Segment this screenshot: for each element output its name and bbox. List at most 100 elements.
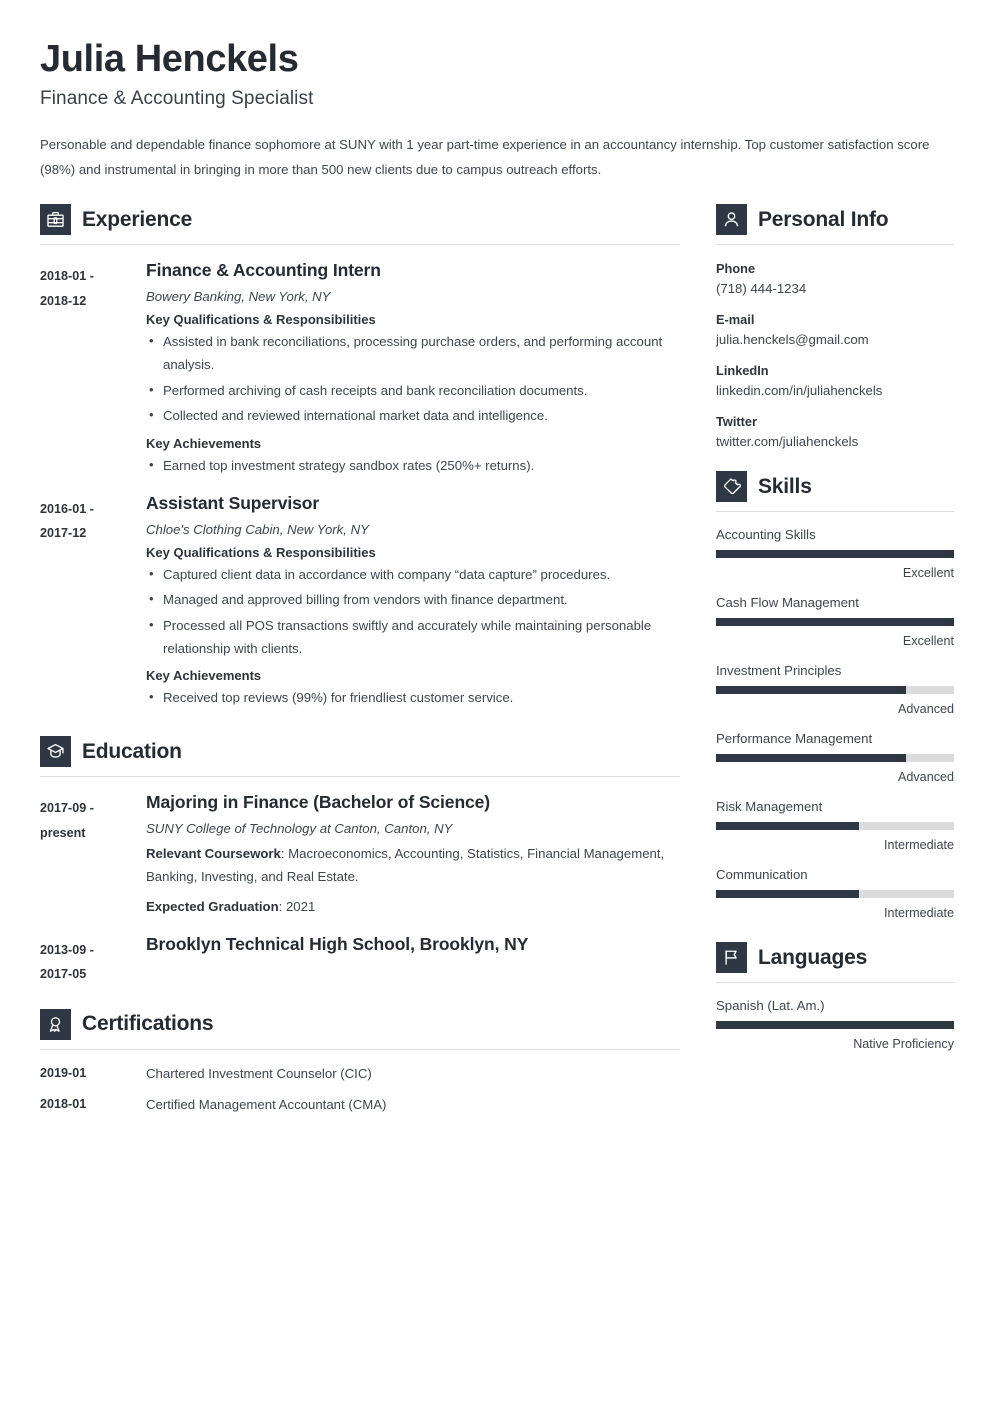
section-divider: [716, 244, 954, 246]
list-item: Captured client data in accordance with …: [146, 563, 680, 587]
education-date: 2013-09 - 2017-05: [40, 934, 146, 987]
list-item: Assisted in bank reconciliations, proces…: [146, 330, 680, 376]
experience-employer: Chloe's Clothing Cabin, New York, NY: [146, 521, 369, 537]
main-column: Experience 2018-01 - 2018-12 Finance & A…: [40, 204, 680, 1116]
info-label: LinkedIn: [716, 363, 769, 379]
list-item: Performed archiving of cash receipts and…: [146, 379, 680, 403]
skill-bar-fill: [716, 686, 907, 695]
skill-bar-fill: [716, 550, 954, 559]
skill-item: Communication Intermediate: [716, 867, 954, 920]
skill-bar-fill: [716, 618, 954, 627]
candidate-job-title: Finance & Accounting Specialist: [40, 87, 314, 109]
certification-row: 2018-01 Certified Management Accountant …: [40, 1097, 680, 1112]
info-label: Phone: [716, 261, 756, 277]
resume-page: Julia Henckels Finance & Accounting Spec…: [0, 0, 996, 1406]
person-icon: [716, 204, 747, 236]
language-level: Native Proficiency: [853, 1037, 954, 1052]
list-item: Processed all POS transactions swiftly a…: [146, 614, 680, 660]
skill-level: Excellent: [902, 634, 954, 649]
info-value[interactable]: linkedin.com/in/juliahenckels: [716, 383, 954, 398]
section-header-skills: Skills: [716, 471, 954, 503]
section-header-personal-info: Personal Info: [716, 204, 954, 236]
section-title-skills: Skills: [758, 474, 812, 498]
education-degree: Brooklyn Technical High School, Brooklyn…: [146, 933, 529, 954]
list-item: Collected and reviewed international mar…: [146, 404, 680, 428]
education-date-start: 2013-09 -: [40, 942, 94, 957]
skill-bar-track: [716, 890, 954, 899]
info-item-email: E-mail julia.henckels@gmail.com: [716, 312, 954, 347]
graduation-value: : 2021: [278, 898, 316, 914]
section-divider: [40, 1048, 680, 1050]
responsibilities-label: Key Qualifications & Responsibilities: [146, 312, 376, 328]
education-date-end: present: [40, 825, 86, 840]
experience-employer: Bowery Banking, New York, NY: [146, 289, 331, 305]
info-label: E-mail: [716, 312, 755, 328]
education-body: Majoring in Finance (Bachelor of Science…: [146, 792, 680, 919]
skill-item: Investment Principles Advanced: [716, 663, 954, 716]
section-certifications: Certifications 2019-01 Chartered Investm…: [40, 1008, 680, 1112]
info-item-twitter: Twitter twitter.com/juliahenckels: [716, 414, 954, 449]
language-bar-track: [716, 1021, 954, 1030]
education-entry: 2013-09 - 2017-05 Brooklyn Technical Hig…: [40, 934, 680, 987]
experience-date: 2016-01 - 2017-12: [40, 493, 146, 546]
achievements-label: Key Achievements: [146, 435, 262, 451]
skill-name: Communication: [716, 867, 808, 883]
experience-date-start: 2018-01 -: [40, 269, 94, 284]
list-item: Earned top investment strategy sandbox r…: [146, 454, 680, 478]
education-graduation: Expected Graduation: 2021: [146, 896, 680, 919]
education-date-start: 2017-09 -: [40, 801, 94, 816]
info-value[interactable]: twitter.com/juliahenckels: [716, 434, 954, 449]
experience-body: Assistant Supervisor Chloe's Clothing Ca…: [146, 493, 680, 710]
section-title-education: Education: [82, 739, 182, 763]
info-value[interactable]: julia.henckels@gmail.com: [716, 332, 954, 347]
skill-level: Intermediate: [883, 906, 954, 921]
skill-level: Advanced: [897, 770, 954, 785]
skill-name: Cash Flow Management: [716, 595, 859, 611]
education-date: 2017-09 - present: [40, 792, 146, 845]
responsibilities-list: Captured client data in accordance with …: [146, 563, 680, 661]
language-name: Spanish (Lat. Am.): [716, 998, 825, 1014]
section-languages: Languages Spanish (Lat. Am.) Native Prof…: [716, 942, 954, 1051]
achievements-label: Key Achievements: [146, 668, 262, 684]
briefcase-icon: [40, 204, 71, 236]
skill-name: Accounting Skills: [716, 527, 816, 543]
skill-item: Accounting Skills Excellent: [716, 527, 954, 580]
skill-bar-track: [716, 822, 954, 831]
info-item-linkedin: LinkedIn linkedin.com/in/juliahenckels: [716, 363, 954, 398]
certification-date: 2018-01: [40, 1096, 87, 1111]
skill-bar-track: [716, 550, 954, 559]
skill-name: Investment Principles: [716, 663, 842, 679]
section-experience: Experience 2018-01 - 2018-12 Finance & A…: [40, 204, 680, 710]
achievements-list: Received top reviews (99%) for friendlie…: [146, 686, 680, 710]
section-divider: [40, 776, 680, 778]
responsibilities-list: Assisted in bank reconciliations, proces…: [146, 330, 680, 428]
section-personal-info: Personal Info Phone (718) 444-1234 E-mai…: [716, 204, 954, 449]
skill-name: Performance Management: [716, 731, 873, 747]
flag-icon: [716, 942, 747, 974]
skill-level: Intermediate: [883, 838, 954, 853]
certification-name: Certified Management Accountant (CMA): [146, 1096, 387, 1112]
section-header-experience: Experience: [40, 204, 680, 236]
section-title-experience: Experience: [82, 207, 193, 231]
list-item: Received top reviews (99%) for friendlie…: [146, 686, 680, 710]
section-divider: [716, 982, 954, 984]
info-label: Twitter: [716, 414, 757, 430]
experience-date-end: 2017-12: [40, 526, 87, 541]
graduation-label: Expected Graduation: [146, 898, 279, 914]
skill-bar-fill: [716, 754, 907, 763]
responsibilities-label: Key Qualifications & Responsibilities: [146, 544, 376, 560]
achievements-list: Earned top investment strategy sandbox r…: [146, 454, 680, 478]
skill-level: Excellent: [902, 566, 954, 581]
award-ribbon-icon: [40, 1008, 71, 1040]
section-title-languages: Languages: [758, 945, 868, 969]
resume-header: Julia Henckels Finance & Accounting Spec…: [40, 38, 954, 182]
experience-body: Finance & Accounting Intern Bowery Banki…: [146, 260, 680, 477]
language-bar-fill: [716, 1021, 954, 1030]
resume-columns: Experience 2018-01 - 2018-12 Finance & A…: [40, 204, 954, 1116]
section-divider: [716, 511, 954, 513]
skill-bar-track: [716, 754, 954, 763]
certification-name: Chartered Investment Counselor (CIC): [146, 1065, 372, 1081]
coursework-label: Relevant Coursework: [146, 845, 281, 861]
info-value[interactable]: (718) 444-1234: [716, 281, 954, 296]
language-item: Spanish (Lat. Am.) Native Proficiency: [716, 998, 954, 1051]
